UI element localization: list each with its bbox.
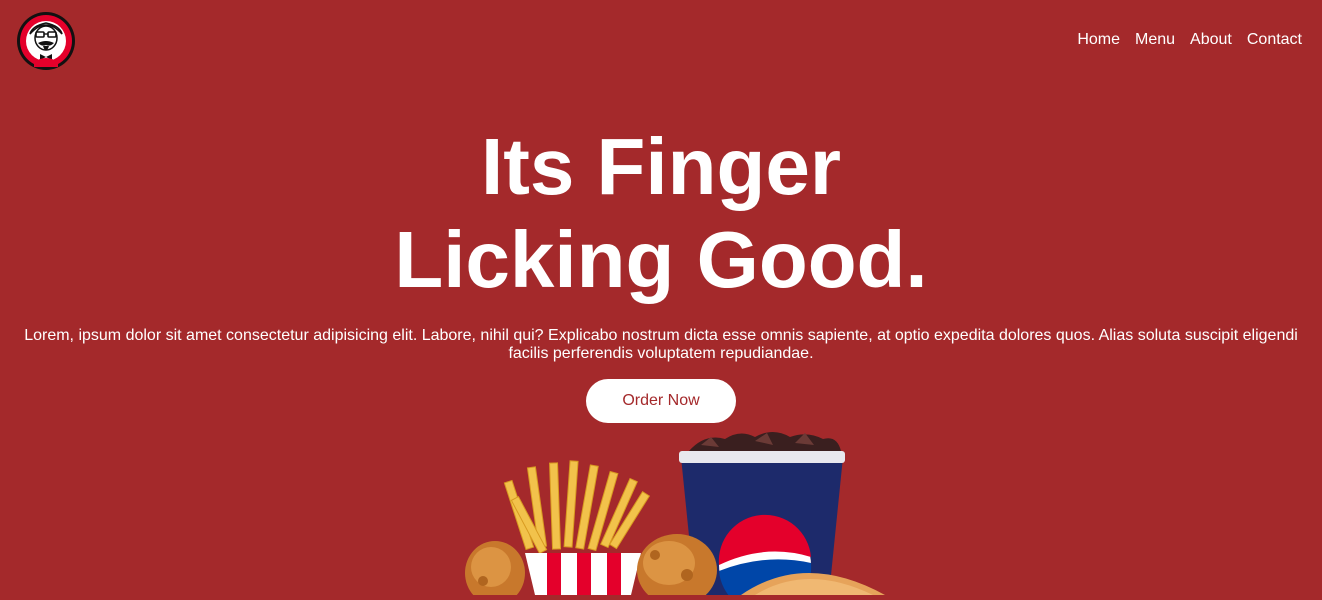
nav-contact-link[interactable]: Contact [1247, 31, 1302, 49]
hero-headline: Its Finger Licking Good. [0, 120, 1322, 306]
nav-about-link[interactable]: About [1190, 31, 1232, 49]
hero-section: Its Finger Licking Good. Lorem, ipsum do… [0, 120, 1322, 423]
meal-combo-image [455, 425, 895, 600]
headline-line-1: Its Finger [480, 122, 842, 211]
headline-line-2: Licking Good. [394, 215, 928, 304]
colonel-logo-icon[interactable] [16, 10, 76, 72]
site-header: Home Menu About Contact [0, 0, 1322, 85]
hero-description: Lorem, ipsum dolor sit amet consectetur … [24, 327, 1298, 362]
fries-icon [503, 460, 651, 595]
main-nav: Home Menu About Contact [1077, 31, 1302, 49]
nav-home-link[interactable]: Home [1077, 31, 1120, 49]
order-now-button[interactable]: Order Now [586, 379, 736, 423]
nav-menu-link[interactable]: Menu [1135, 31, 1175, 49]
